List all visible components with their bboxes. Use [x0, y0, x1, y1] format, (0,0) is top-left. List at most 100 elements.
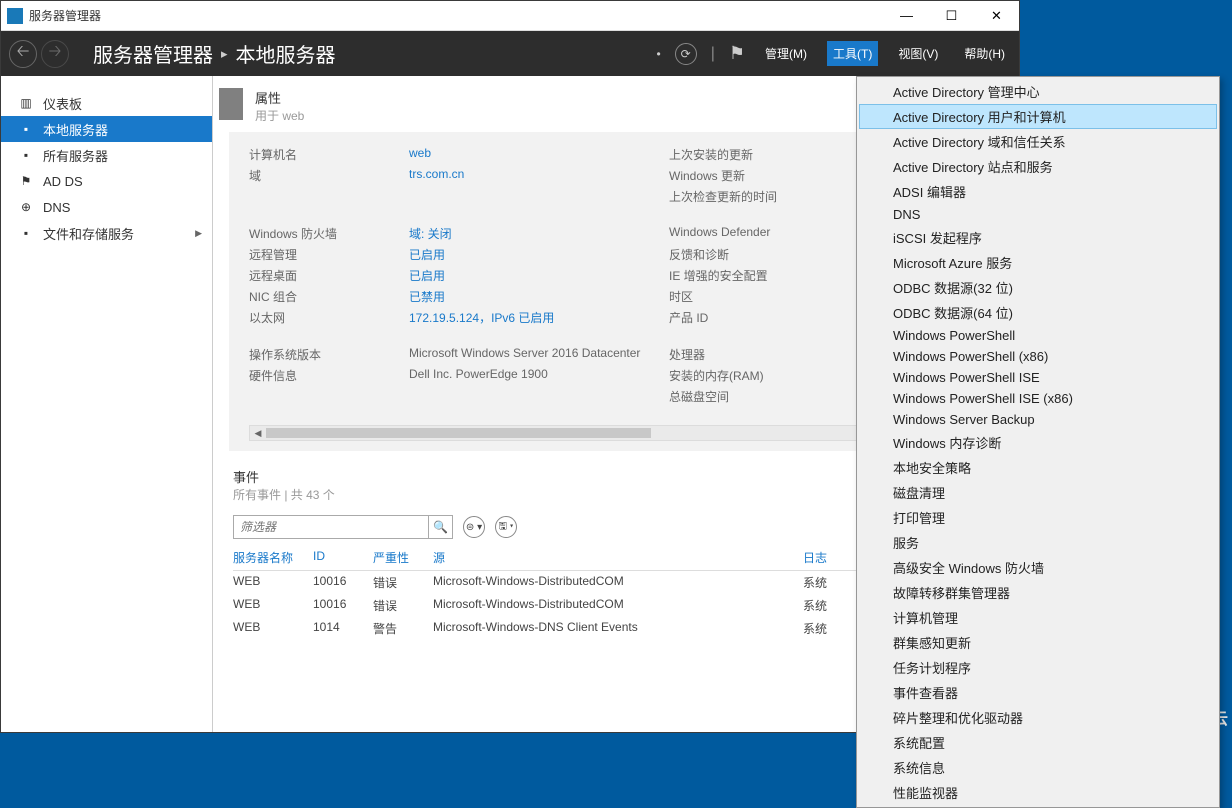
cell: WEB [233, 574, 313, 591]
tools-menu-item[interactable]: 系统信息 [859, 755, 1217, 780]
sidebar-item-label: 本地服务器 [43, 120, 108, 139]
filter-options-button[interactable]: ⊜ ▾ [463, 516, 485, 538]
sidebar-item-label: DNS [43, 200, 70, 215]
server-icon [219, 88, 243, 120]
cell: Microsoft-Windows-DistributedCOM [433, 574, 803, 591]
window-title: 服务器管理器 [29, 7, 101, 24]
tools-menu-item[interactable]: 群集感知更新 [859, 630, 1217, 655]
cell: 错误 [373, 574, 433, 591]
sidebar-item-2[interactable]: ▪ 所有服务器 [1, 142, 212, 168]
tools-menu-item[interactable]: Windows PowerShell [859, 325, 1217, 346]
breadcrumb: 服务器管理器 ▸ 本地服务器 [93, 39, 336, 68]
menu-tools[interactable]: 工具(T) [827, 41, 878, 66]
prop-label-right: 反馈和诊断 [669, 246, 869, 263]
prop-label: 以太网 [249, 309, 409, 326]
column-header[interactable]: ID [313, 549, 373, 566]
sidebar-item-icon: ⊕ [19, 200, 33, 214]
sidebar-item-icon: ▪ [19, 148, 33, 162]
column-header[interactable]: 严重性 [373, 549, 433, 566]
sidebar-item-5[interactable]: ▪文件和存储服务▶ [1, 220, 212, 246]
prop-value[interactable]: 已启用 [409, 267, 669, 284]
tools-menu-item[interactable]: ADSI 编辑器 [859, 179, 1217, 204]
column-header[interactable]: 源 [433, 549, 803, 566]
app-icon [7, 8, 23, 24]
tools-menu-item[interactable]: ODBC 数据源(64 位) [859, 300, 1217, 325]
prop-value[interactable] [409, 188, 669, 205]
tools-menu-item[interactable]: Windows PowerShell (x86) [859, 346, 1217, 367]
crumb-current[interactable]: 本地服务器 [236, 39, 336, 68]
tools-menu-popup: Active Directory 管理中心Active Directory 用户… [856, 76, 1220, 808]
close-button[interactable]: ✕ [974, 1, 1019, 31]
nav-back-button[interactable]: 🡠 [9, 40, 37, 68]
refresh-button[interactable]: ⟳ [675, 43, 697, 65]
tools-menu-item[interactable]: 任务计划程序 [859, 655, 1217, 680]
search-icon[interactable]: 🔍 [428, 516, 452, 538]
tools-menu-item[interactable]: Windows 内存诊断 [859, 430, 1217, 455]
sidebar-item-0[interactable]: ▥ 仪表板 [1, 90, 212, 116]
sidebar-item-label: 所有服务器 [43, 146, 108, 165]
tools-menu-item[interactable]: Active Directory 管理中心 [859, 79, 1217, 104]
sidebar-item-icon: ▥ [19, 96, 33, 110]
tools-menu-item[interactable]: Microsoft Azure 服务 [859, 250, 1217, 275]
tools-menu-item[interactable]: Windows PowerShell ISE [859, 367, 1217, 388]
sidebar-item-label: 仪表板 [43, 94, 82, 113]
header-bar: 🡠 🡢 服务器管理器 ▸ 本地服务器 • ⟳ | ⚑ 管理(M) 工具(T) 视… [1, 31, 1019, 76]
notifications-icon[interactable]: ⚑ [729, 43, 745, 64]
menu-manage[interactable]: 管理(M) [759, 41, 813, 66]
tools-menu-item[interactable]: iSCSI 发起程序 [859, 225, 1217, 250]
prop-value [409, 388, 669, 405]
tools-menu-item[interactable]: 本地安全策略 [859, 455, 1217, 480]
prop-label: Windows 防火墙 [249, 225, 409, 242]
sidebar-item-4[interactable]: ⊕ DNS [1, 194, 212, 220]
scroll-left-icon[interactable]: ◀ [250, 426, 266, 440]
tools-menu-item[interactable]: 事件查看器 [859, 680, 1217, 705]
column-header[interactable]: 服务器名称 [233, 549, 313, 566]
sidebar-item-3[interactable]: ⚑AD DS [1, 168, 212, 194]
prop-label-right: 上次检查更新的时间 [669, 188, 869, 205]
cell: WEB [233, 620, 313, 637]
filter-input[interactable] [234, 520, 428, 534]
prop-value[interactable]: web [409, 146, 669, 163]
tools-menu-item[interactable]: ODBC 数据源(32 位) [859, 275, 1217, 300]
cell: 警告 [373, 620, 433, 637]
sidebar-item-icon: ▪ [19, 226, 33, 240]
crumb-root[interactable]: 服务器管理器 [93, 39, 213, 68]
menu-help[interactable]: 帮助(H) [958, 41, 1011, 66]
tools-menu-item[interactable]: 故障转移群集管理器 [859, 580, 1217, 605]
cell: WEB [233, 597, 313, 614]
sidebar: ▥ 仪表板 ▪ 本地服务器 ▪ 所有服务器 ⚑AD DS ⊕ DNS ▪文件和存储服务▶ [1, 76, 213, 732]
maximize-button[interactable]: ☐ [929, 1, 974, 31]
tools-menu-item[interactable]: Active Directory 站点和服务 [859, 154, 1217, 179]
prop-label-right: Windows 更新 [669, 167, 869, 184]
tools-menu-item[interactable]: Active Directory 用户和计算机 [859, 104, 1217, 129]
menu-view[interactable]: 视图(V) [892, 41, 944, 66]
tools-menu-item[interactable]: 磁盘清理 [859, 480, 1217, 505]
tools-menu-item[interactable]: 打印管理 [859, 505, 1217, 530]
sidebar-item-icon: ▪ [19, 122, 33, 136]
prop-value[interactable]: trs.com.cn [409, 167, 669, 184]
tools-menu-item[interactable]: Windows PowerShell ISE (x86) [859, 388, 1217, 409]
prop-label: 远程桌面 [249, 267, 409, 284]
minimize-button[interactable]: — [884, 1, 929, 31]
cell: Microsoft-Windows-DNS Client Events [433, 620, 803, 637]
titlebar: 服务器管理器 — ☐ ✕ [1, 1, 1019, 31]
prop-label: 计算机名 [249, 146, 409, 163]
tools-menu-item[interactable]: 性能监视器 [859, 780, 1217, 805]
prop-value[interactable]: 已禁用 [409, 288, 669, 305]
tools-menu-item[interactable]: 碎片整理和优化驱动器 [859, 705, 1217, 730]
sidebar-item-1[interactable]: ▪ 本地服务器 [1, 116, 212, 142]
save-query-button[interactable]: 🖫 ▾ [495, 516, 517, 538]
prop-value[interactable]: 域: 关闭 [409, 225, 669, 242]
nav-forward-button[interactable]: 🡢 [41, 40, 69, 68]
tools-menu-item[interactable]: Windows Server Backup [859, 409, 1217, 430]
tools-menu-item[interactable]: 系统配置 [859, 730, 1217, 755]
prop-value[interactable]: 172.19.5.124，IPv6 已启用 [409, 309, 669, 326]
tools-menu-item[interactable]: DNS [859, 204, 1217, 225]
prop-value[interactable]: 已启用 [409, 246, 669, 263]
tools-menu-item[interactable]: 高级安全 Windows 防火墙 [859, 555, 1217, 580]
tools-menu-item[interactable]: 服务 [859, 530, 1217, 555]
prop-label [249, 388, 409, 405]
tools-menu-item[interactable]: Active Directory 域和信任关系 [859, 129, 1217, 154]
column-header[interactable]: 日志 [803, 549, 863, 566]
tools-menu-item[interactable]: 计算机管理 [859, 605, 1217, 630]
